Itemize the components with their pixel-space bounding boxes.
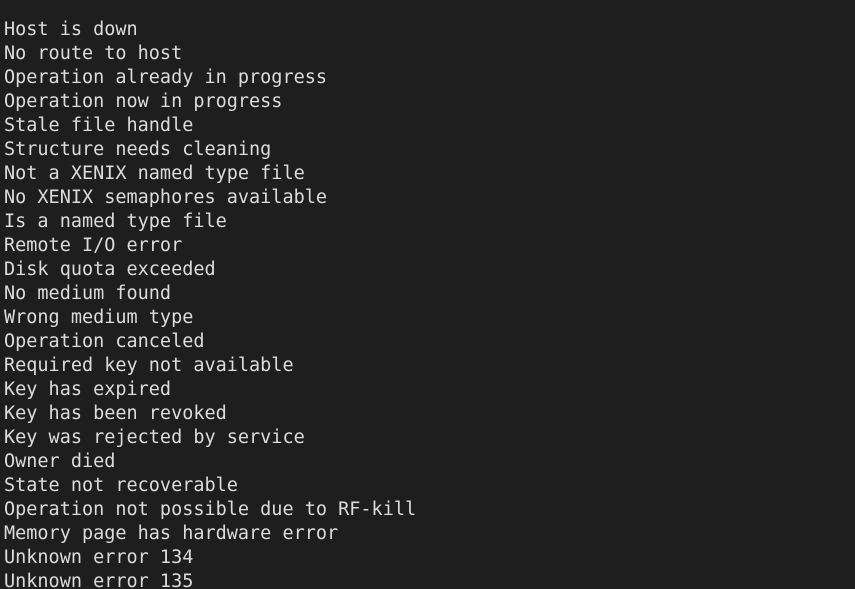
terminal-line: Host is down [4,19,138,40]
terminal-line: Structure needs cleaning [4,139,272,160]
terminal-output: Host is down No route to host Operation … [4,18,855,589]
terminal-line: Unknown error 135 [4,571,194,589]
terminal-line: Is a named type file [4,211,227,232]
terminal-line: Memory page has hardware error [4,523,339,544]
terminal-line: Owner died [4,451,116,472]
terminal-line: Wrong medium type [4,307,194,328]
terminal-line: Required key not available [4,355,294,376]
terminal-line: No medium found [4,283,172,304]
terminal-line: Key has been revoked [4,403,227,424]
terminal-line: Remote I/O error [4,235,183,256]
terminal-line: Operation canceled [4,331,205,352]
terminal-line: No XENIX semaphores available [4,187,328,208]
terminal-line: Disk quota exceeded [4,259,216,280]
terminal-line: Key has expired [4,379,172,400]
terminal-line: Operation not possible due to RF-kill [4,499,417,520]
terminal-window[interactable]: Host is down No route to host Operation … [0,0,855,589]
terminal-line: No route to host [4,43,183,64]
terminal-line: Unknown error 134 [4,547,194,568]
terminal-line: Operation already in progress [4,67,328,88]
terminal-line: Operation now in progress [4,91,283,112]
terminal-line: Stale file handle [4,115,194,136]
terminal-line: State not recoverable [4,475,238,496]
terminal-line: Key was rejected by service [4,427,305,448]
terminal-line: Not a XENIX named type file [4,163,305,184]
